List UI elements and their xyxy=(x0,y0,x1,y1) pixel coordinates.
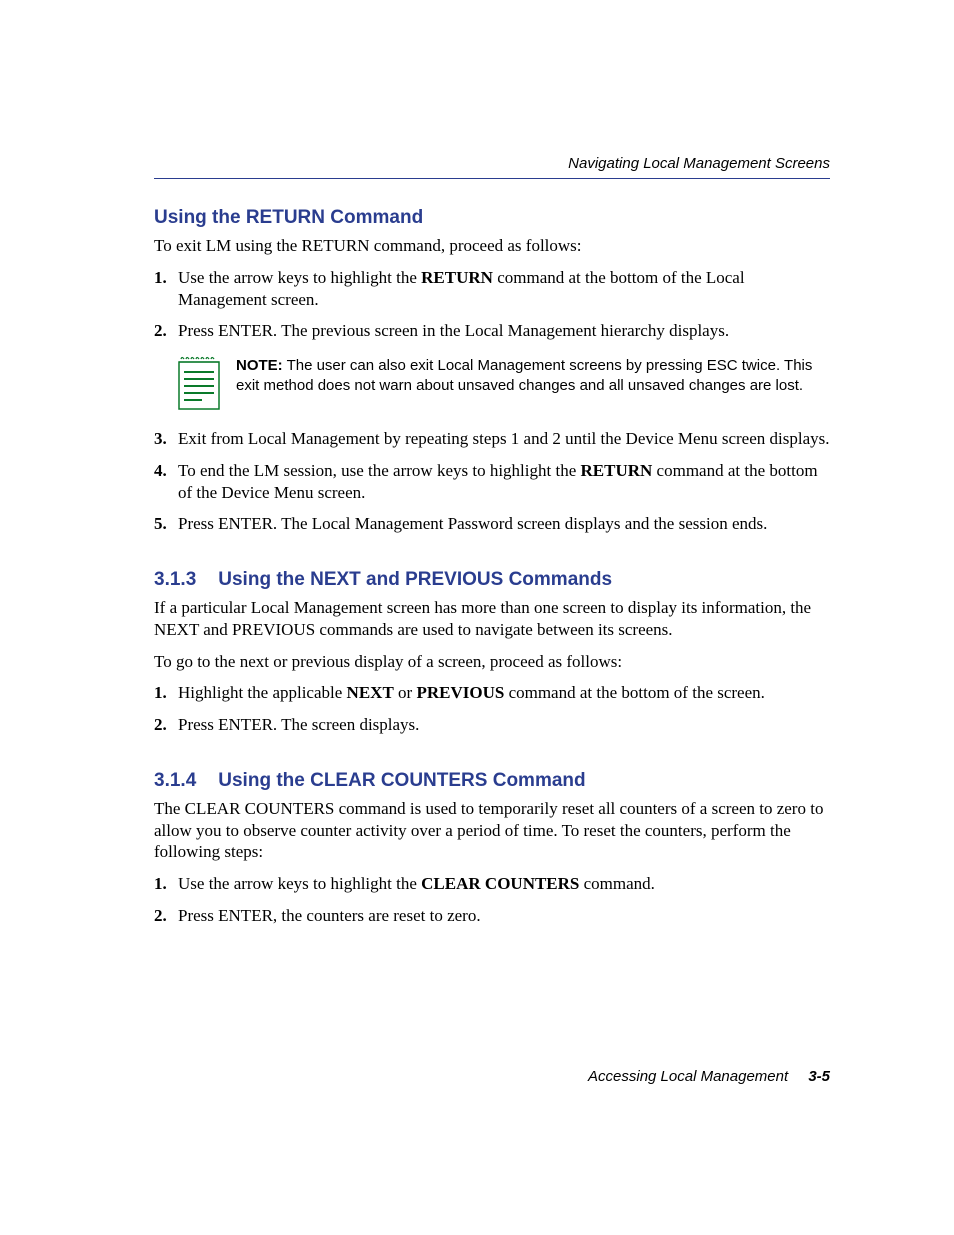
bold-next: NEXT xyxy=(347,683,394,702)
steps-list-return-2: 3. Exit from Local Management by repeati… xyxy=(154,428,830,535)
step-2: 2. Press ENTER, the counters are reset t… xyxy=(154,905,830,927)
running-header: Navigating Local Management Screens xyxy=(154,155,830,172)
note-box: NOTE: The user can also exit Local Manag… xyxy=(178,356,830,410)
note-label: NOTE: xyxy=(236,357,283,374)
heading-using-return: Using the RETURN Command xyxy=(154,207,830,229)
step-1: 1. Use the arrow keys to highlight the C… xyxy=(154,873,830,895)
bold-clear-counters: CLEAR COUNTERS xyxy=(421,874,579,893)
bold-return: RETURN xyxy=(581,461,653,480)
step-4: 4. To end the LM session, use the arrow … xyxy=(154,460,830,504)
note-icon xyxy=(178,356,220,410)
body-paragraph: The CLEAR COUNTERS command is used to te… xyxy=(154,798,830,863)
step-text: To end the LM session, use the arrow key… xyxy=(178,461,581,480)
step-text: Exit from Local Management by repeating … xyxy=(178,428,830,450)
step-text: Press ENTER. The previous screen in the … xyxy=(178,320,830,342)
note-body: The user can also exit Local Management … xyxy=(236,357,812,394)
step-text: Use the arrow keys to highlight the xyxy=(178,874,421,893)
step-2: 2. Press ENTER. The previous screen in t… xyxy=(154,320,830,342)
step-1: 1. Use the arrow keys to highlight the R… xyxy=(154,267,830,311)
step-text: or xyxy=(394,683,417,702)
steps-list-clear: 1. Use the arrow keys to highlight the C… xyxy=(154,873,830,927)
steps-list-next-prev: 1. Highlight the applicable NEXT or PREV… xyxy=(154,682,830,736)
step-text: Press ENTER. The screen displays. xyxy=(178,714,830,736)
header-rule xyxy=(154,178,830,179)
step-1: 1. Highlight the applicable NEXT or PREV… xyxy=(154,682,830,704)
heading-clear-counters: 3.1.4 Using the CLEAR COUNTERS Command xyxy=(154,770,830,792)
step-2: 2. Press ENTER. The screen displays. xyxy=(154,714,830,736)
heading-next-previous: 3.1.3 Using the NEXT and PREVIOUS Command… xyxy=(154,569,830,591)
bold-return: RETURN xyxy=(421,268,493,287)
section-title-text: Using the CLEAR COUNTERS Command xyxy=(218,770,585,791)
section-title-text: Using the NEXT and PREVIOUS Commands xyxy=(218,569,612,590)
section-number: 3.1.4 xyxy=(154,770,196,792)
body-paragraph: If a particular Local Management screen … xyxy=(154,597,830,641)
step-text: Highlight the applicable xyxy=(178,683,347,702)
step-text: command at the bottom of the screen. xyxy=(504,683,765,702)
intro-paragraph: To exit LM using the RETURN command, pro… xyxy=(154,235,830,257)
step-text: Press ENTER. The Local Management Passwo… xyxy=(178,513,830,535)
steps-list-return-1: 1. Use the arrow keys to highlight the R… xyxy=(154,267,830,342)
bold-previous: PREVIOUS xyxy=(416,683,504,702)
note-text: NOTE: The user can also exit Local Manag… xyxy=(236,356,830,395)
page-number: 3-5 xyxy=(808,1068,830,1085)
step-text: Use the arrow keys to highlight the xyxy=(178,268,421,287)
body-paragraph: To go to the next or previous display of… xyxy=(154,651,830,673)
step-3: 3. Exit from Local Management by repeati… xyxy=(154,428,830,450)
step-5: 5. Press ENTER. The Local Management Pas… xyxy=(154,513,830,535)
step-text: command. xyxy=(579,874,655,893)
page-footer: Accessing Local Management 3-5 xyxy=(588,1068,830,1085)
section-number: 3.1.3 xyxy=(154,569,196,591)
footer-title: Accessing Local Management xyxy=(588,1068,788,1085)
step-text: Press ENTER, the counters are reset to z… xyxy=(178,905,830,927)
